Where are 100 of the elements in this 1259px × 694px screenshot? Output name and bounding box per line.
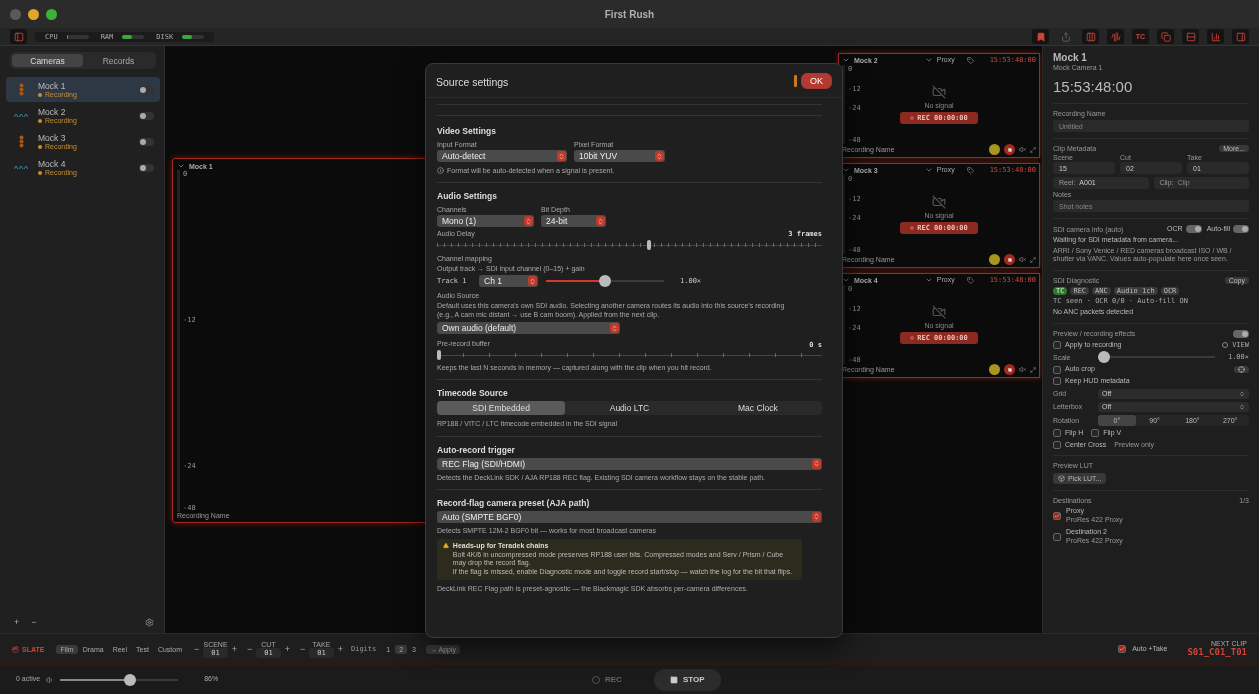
toggle-switch[interactable] <box>1185 225 1202 234</box>
camera-off-icon <box>932 194 946 209</box>
toolbar-button[interactable] <box>1207 29 1224 44</box>
tag-icon <box>966 56 974 64</box>
cube-icon <box>1058 475 1065 483</box>
sidebar-icon <box>13 31 24 42</box>
volume-icon <box>46 675 55 684</box>
level-dots-icon <box>18 83 24 96</box>
select-field[interactable]: Auto-detect <box>437 150 567 162</box>
toggle-switch[interactable] <box>139 111 154 120</box>
stop-icon <box>1007 367 1012 372</box>
mute-icon[interactable] <box>1019 146 1026 153</box>
increment-button[interactable]: + <box>282 644 292 654</box>
checkbox[interactable] <box>1091 429 1100 438</box>
stepper-icon <box>812 511 821 522</box>
select-field[interactable]: Mono (1) <box>437 215 534 228</box>
toggle-switch[interactable] <box>139 163 154 172</box>
section-title: Video Settings <box>437 126 497 136</box>
mute-icon[interactable] <box>1019 366 1026 373</box>
toolbar-button[interactable] <box>1232 29 1249 44</box>
checkbox[interactable] <box>1053 429 1061 438</box>
timecode-option[interactable]: Mac Clock <box>693 401 822 416</box>
select-field[interactable]: REC Flag (SDI/HDMI) <box>437 457 822 470</box>
mute-icon[interactable] <box>1019 256 1026 263</box>
toggle-switch[interactable] <box>139 137 154 146</box>
expand-icon[interactable] <box>1030 366 1036 373</box>
remove-button[interactable]: − <box>29 617 39 627</box>
slider-thumb[interactable] <box>1098 351 1110 364</box>
slider-thumb[interactable] <box>123 673 136 686</box>
timecode-option[interactable]: Audio LTC <box>565 401 694 416</box>
check-icon <box>1119 646 1126 652</box>
ok-button[interactable]: OK <box>801 72 832 89</box>
minimize-button[interactable] <box>28 8 39 20</box>
stepper-icon <box>655 151 664 161</box>
crosshair-button[interactable] <box>1234 366 1249 374</box>
expand-icon[interactable] <box>1030 146 1036 153</box>
settings-icon[interactable] <box>145 617 154 627</box>
checkbox[interactable] <box>1053 340 1061 349</box>
copy-icon <box>1160 31 1171 42</box>
toolbar-button[interactable] <box>1157 29 1174 44</box>
share-icon <box>1060 31 1071 42</box>
section-title: Record-flag camera preset (AJA path) <box>437 497 591 508</box>
rows-icon <box>1185 31 1196 42</box>
slider-thumb[interactable] <box>646 240 651 251</box>
camera-name: Mock 3 <box>38 133 66 143</box>
window-title: First Rush <box>603 8 656 20</box>
stop-button[interactable] <box>1004 254 1015 265</box>
wave-icon <box>14 113 28 118</box>
slider-thumb[interactable] <box>599 275 611 288</box>
add-button[interactable]: + <box>12 617 22 627</box>
slider-thumb[interactable] <box>437 350 441 361</box>
sidebar-icon <box>1235 31 1246 42</box>
checkbox[interactable] <box>1053 440 1061 449</box>
section-title: Auto-record trigger <box>437 444 516 455</box>
toolbar-button[interactable] <box>1107 29 1124 44</box>
record-dot-icon <box>910 225 915 230</box>
close-button[interactable] <box>10 8 21 20</box>
select-field[interactable]: Own audio (default) <box>437 322 620 335</box>
toolbar-button[interactable] <box>1032 29 1049 44</box>
stepper-icon <box>1239 390 1245 397</box>
toggle-switch[interactable] <box>1233 329 1249 338</box>
stop-button[interactable]: STOP <box>653 668 721 691</box>
toolbar-button[interactable] <box>1082 29 1099 44</box>
sidebar-toggle-button[interactable] <box>10 29 27 44</box>
stop-button[interactable] <box>1004 364 1015 375</box>
increment-button[interactable]: + <box>229 644 239 654</box>
checkbox[interactable] <box>1053 512 1061 520</box>
toggle-switch[interactable] <box>139 85 154 94</box>
decrement-button[interactable]: − <box>298 644 308 654</box>
checkbox[interactable] <box>1118 645 1127 653</box>
tab[interactable]: Records <box>83 54 154 67</box>
increment-button[interactable]: + <box>335 644 345 654</box>
decrement-button[interactable]: − <box>245 644 255 654</box>
select-field[interactable]: Ch 1 <box>479 275 538 288</box>
stop-button[interactable] <box>1004 144 1015 155</box>
expand-icon[interactable] <box>1030 256 1036 263</box>
timecode: 15:53:48:00 <box>1053 78 1134 95</box>
clapperboard-icon <box>12 645 19 653</box>
checkbox[interactable] <box>1053 365 1061 374</box>
decrement-button[interactable]: − <box>192 644 202 654</box>
checkbox[interactable] <box>1053 532 1061 541</box>
timecode-option[interactable]: SDI Embedded <box>437 401 566 416</box>
next-clip-value: S01_C01_T01 <box>1187 646 1247 659</box>
chevron-icon[interactable] <box>177 162 185 170</box>
camera-name: Mock 2 <box>38 107 66 117</box>
select-field[interactable]: Auto (SMPTE BGF0) <box>437 510 822 523</box>
record-dot-icon <box>910 335 915 340</box>
warning-icon <box>443 541 449 549</box>
checkbox[interactable] <box>1053 377 1061 386</box>
marker-button[interactable] <box>989 144 1000 155</box>
toolbar-button[interactable] <box>1182 29 1199 44</box>
select-field[interactable]: 10bit YUV <box>574 150 665 162</box>
marker-button[interactable] <box>989 254 1000 265</box>
zoom-button[interactable] <box>46 8 57 20</box>
stepper-icon <box>610 323 619 334</box>
stepper-icon <box>596 216 605 227</box>
tab[interactable]: Cameras <box>12 54 83 67</box>
marker-button[interactable] <box>989 364 1000 375</box>
select-field[interactable]: 24-bit <box>541 215 606 228</box>
toggle-switch[interactable] <box>1233 225 1249 234</box>
